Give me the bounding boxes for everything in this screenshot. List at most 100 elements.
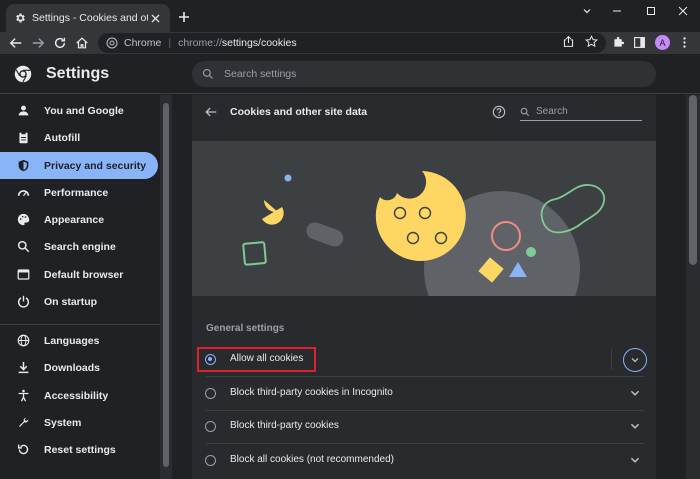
option-label: Block all cookies (not recommended) bbox=[230, 454, 394, 465]
search-settings-input[interactable]: Search settings bbox=[192, 61, 656, 87]
browser-window-icon bbox=[17, 268, 30, 281]
sidebar-item-languages[interactable]: Languages bbox=[0, 327, 158, 354]
sidebar-item-performance[interactable]: Performance bbox=[0, 179, 158, 206]
bookmark-star-icon[interactable] bbox=[585, 35, 599, 49]
search-icon bbox=[520, 107, 530, 117]
browser-toolbar: Chrome | chrome://settings/cookies A bbox=[0, 32, 700, 54]
more-menu-icon[interactable] bbox=[678, 36, 692, 50]
sidebar-item-label: Accessibility bbox=[44, 389, 109, 402]
maximize-icon[interactable] bbox=[634, 2, 668, 20]
url-path: settings/cookies bbox=[221, 37, 297, 49]
reload-icon[interactable] bbox=[52, 35, 68, 51]
share-icon[interactable] bbox=[562, 35, 576, 49]
search-placeholder: Search bbox=[536, 106, 568, 117]
browser-tab[interactable]: Settings - Cookies and other site data bbox=[6, 4, 170, 32]
option-block-third-party-incognito[interactable]: Block third-party cookies in Incognito bbox=[192, 377, 656, 410]
sidebar-item-default-browser[interactable]: Default browser bbox=[0, 261, 158, 288]
chevron-down-icon[interactable] bbox=[629, 454, 641, 466]
option-block-all-cookies[interactable]: Block all cookies (not recommended) bbox=[192, 444, 656, 477]
main-scrollbar[interactable] bbox=[686, 95, 700, 479]
page-search-input[interactable]: Search bbox=[520, 103, 642, 121]
search-placeholder: Search settings bbox=[224, 68, 297, 80]
shield-icon bbox=[17, 159, 30, 172]
expand-button[interactable] bbox=[623, 348, 647, 372]
new-tab-plus-icon[interactable] bbox=[176, 9, 192, 25]
person-icon bbox=[17, 104, 30, 117]
back-arrow-icon[interactable] bbox=[204, 105, 218, 119]
close-window-icon[interactable] bbox=[666, 2, 700, 20]
sidebar-item-autofill[interactable]: Autofill bbox=[0, 124, 158, 151]
sidebar-scrollbar-thumb[interactable] bbox=[163, 103, 169, 467]
sidebar-item-accessibility[interactable]: Accessibility bbox=[0, 382, 158, 409]
close-tab-icon[interactable] bbox=[148, 11, 162, 25]
chevron-down-icon bbox=[630, 355, 640, 365]
sidebar-item-label: Default browser bbox=[44, 268, 124, 281]
wrench-icon bbox=[17, 416, 30, 429]
download-icon bbox=[17, 361, 30, 374]
sidebar-divider bbox=[0, 324, 160, 325]
option-separator bbox=[611, 349, 612, 370]
sidebar-item-label: System bbox=[44, 416, 82, 429]
chevron-down-icon[interactable] bbox=[629, 387, 641, 399]
chrome-logo-icon bbox=[106, 37, 118, 49]
chrome-scheme-label: Chrome bbox=[124, 37, 162, 49]
radio-button[interactable] bbox=[205, 421, 216, 432]
sidebar-item-privacy-and-security[interactable]: Privacy and security bbox=[0, 152, 158, 179]
cookies-settings-card: Cookies and other site data Search Gener… bbox=[192, 95, 656, 479]
radio-button[interactable] bbox=[205, 388, 216, 399]
card-title: Cookies and other site data bbox=[230, 106, 368, 118]
sidebar-item-label: Performance bbox=[44, 186, 109, 199]
sidebar-item-label: On startup bbox=[44, 295, 98, 308]
settings-gear-icon bbox=[14, 12, 26, 24]
option-block-third-party[interactable]: Block third-party cookies bbox=[192, 410, 656, 443]
chevron-down-icon[interactable] bbox=[570, 2, 604, 20]
side-panel-icon[interactable] bbox=[633, 36, 647, 50]
sidebar-item-on-startup[interactable]: On startup bbox=[0, 288, 158, 315]
annotation-highlight-box bbox=[197, 347, 316, 372]
cookies-illustration bbox=[192, 141, 656, 296]
back-icon[interactable] bbox=[8, 35, 24, 51]
home-icon[interactable] bbox=[74, 35, 90, 51]
url-separator: | bbox=[168, 37, 172, 49]
sidebar-item-label: You and Google bbox=[44, 104, 124, 117]
sidebar-item-appearance[interactable]: Appearance bbox=[0, 206, 158, 233]
card-header: Cookies and other site data Search bbox=[192, 95, 656, 141]
globe-icon bbox=[17, 334, 30, 347]
settings-sidebar: You and Google Autofill Privacy and secu… bbox=[0, 95, 160, 479]
tab-title: Settings - Cookies and other site data bbox=[32, 12, 148, 24]
profile-avatar[interactable]: A bbox=[655, 35, 670, 50]
search-icon bbox=[202, 68, 214, 80]
sidebar-item-label: Search engine bbox=[44, 240, 116, 253]
chrome-logo-icon bbox=[14, 65, 32, 83]
sidebar-item-label: Privacy and security bbox=[44, 159, 147, 172]
power-icon bbox=[17, 295, 30, 308]
forward-icon[interactable] bbox=[30, 35, 46, 51]
title-bar: Settings - Cookies and other site data bbox=[0, 0, 700, 32]
sidebar-item-you-and-google[interactable]: You and Google bbox=[0, 97, 158, 124]
sidebar-item-label: Autofill bbox=[44, 131, 81, 144]
sidebar-item-system[interactable]: System bbox=[0, 409, 158, 436]
radio-button[interactable] bbox=[205, 455, 216, 466]
reset-icon bbox=[17, 443, 30, 456]
sidebar-item-search-engine[interactable]: Search engine bbox=[0, 233, 158, 260]
sidebar-item-reset-settings[interactable]: Reset settings bbox=[0, 436, 158, 463]
minimize-icon[interactable] bbox=[600, 2, 634, 20]
clipboard-icon bbox=[17, 131, 30, 144]
option-label: Block third-party cookies in Incognito bbox=[230, 387, 393, 398]
page-title: Settings bbox=[46, 65, 110, 82]
sidebar-scrollbar[interactable] bbox=[160, 95, 172, 479]
sidebar-item-label: Appearance bbox=[44, 213, 105, 226]
chevron-down-icon[interactable] bbox=[629, 420, 641, 432]
url-host: chrome:// bbox=[178, 37, 222, 49]
extensions-puzzle-icon[interactable] bbox=[612, 36, 626, 50]
search-icon bbox=[17, 240, 30, 253]
main-scrollbar-thumb[interactable] bbox=[689, 95, 697, 265]
section-label-general-settings: General settings bbox=[206, 323, 285, 334]
speedometer-icon bbox=[17, 186, 30, 199]
help-question-icon[interactable] bbox=[492, 105, 506, 119]
sidebar-item-label: Reset settings bbox=[44, 443, 116, 456]
settings-header: Settings Search settings bbox=[0, 54, 700, 94]
address-bar[interactable]: Chrome | chrome://settings/cookies bbox=[98, 33, 606, 53]
sidebar-item-label: Languages bbox=[44, 334, 100, 347]
sidebar-item-downloads[interactable]: Downloads bbox=[0, 354, 158, 381]
